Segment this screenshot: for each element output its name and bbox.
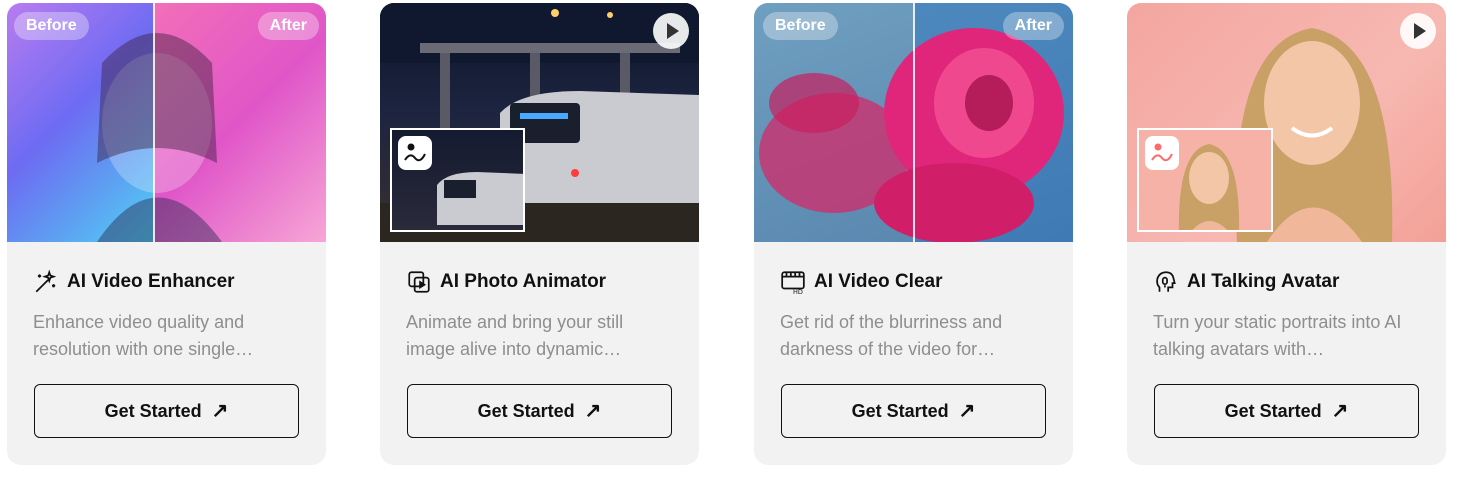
get-started-button[interactable]: Get Started ↗ (34, 384, 299, 438)
photo-animate-icon (408, 271, 430, 293)
button-label: Get Started (477, 400, 575, 421)
arrow-up-right-icon: ↗ (584, 400, 602, 422)
card-header: AI Photo Animator (406, 269, 606, 295)
button-label: Get Started (104, 400, 202, 421)
card-description: Get rid of the blurriness and darkness o… (780, 312, 1003, 359)
button-label: Get Started (1224, 400, 1322, 421)
compare-divider[interactable] (913, 3, 915, 242)
feature-card-photo-animator: AI Photo Animator Animate and bring your… (380, 3, 699, 465)
compare-divider[interactable] (153, 3, 155, 242)
before-after-preview: Before After (754, 3, 1073, 242)
get-started-button[interactable]: Get Started ↗ (781, 384, 1046, 438)
svg-text:HD: HD (793, 288, 803, 295)
animation-preview (380, 3, 699, 242)
card-title: AI Talking Avatar (1187, 271, 1340, 292)
play-button[interactable] (653, 13, 689, 49)
magic-wand-icon (35, 269, 57, 293)
card-header: AI Video Enhancer (33, 269, 235, 295)
before-tag: Before (14, 12, 89, 40)
before-after-preview: Before After (7, 3, 326, 242)
after-tag: After (257, 12, 319, 40)
talking-head-icon (1156, 271, 1176, 292)
play-button[interactable] (1400, 13, 1436, 49)
arrow-up-right-icon: ↗ (958, 400, 976, 422)
arrow-up-right-icon: ↗ (211, 400, 229, 422)
before-tag: Before (763, 12, 838, 40)
arrow-up-right-icon: ↗ (1331, 400, 1349, 422)
photo-animate-icon (398, 136, 432, 170)
after-tag: After (1002, 12, 1064, 40)
video-hd-icon: HD (781, 271, 805, 295)
card-title: AI Video Enhancer (67, 271, 235, 292)
card-title: AI Photo Animator (440, 271, 607, 292)
card-title: AI Video Clear (814, 271, 943, 292)
photo-animate-icon (1145, 136, 1179, 170)
button-label: Get Started (851, 400, 949, 421)
card-header: AI Talking Avatar (1153, 269, 1339, 295)
get-started-button[interactable]: Get Started ↗ (1154, 384, 1419, 438)
feature-card-video-clear: Before After HD AI Video Clear Get rid o… (754, 3, 1073, 465)
card-header: HD AI Video Clear (780, 269, 942, 295)
avatar-preview (1127, 3, 1446, 242)
card-description: Animate and bring your still image alive… (406, 312, 624, 359)
feature-card-talking-avatar: AI Talking Avatar Turn your static portr… (1127, 3, 1446, 465)
get-started-button[interactable]: Get Started ↗ (407, 384, 672, 438)
feature-card-video-enhancer: Before After AI Video Enhancer Enhance v… (7, 3, 326, 465)
card-description: Turn your static portraits into AI talki… (1153, 312, 1402, 359)
card-description: Enhance video quality and resolution wit… (33, 312, 254, 359)
